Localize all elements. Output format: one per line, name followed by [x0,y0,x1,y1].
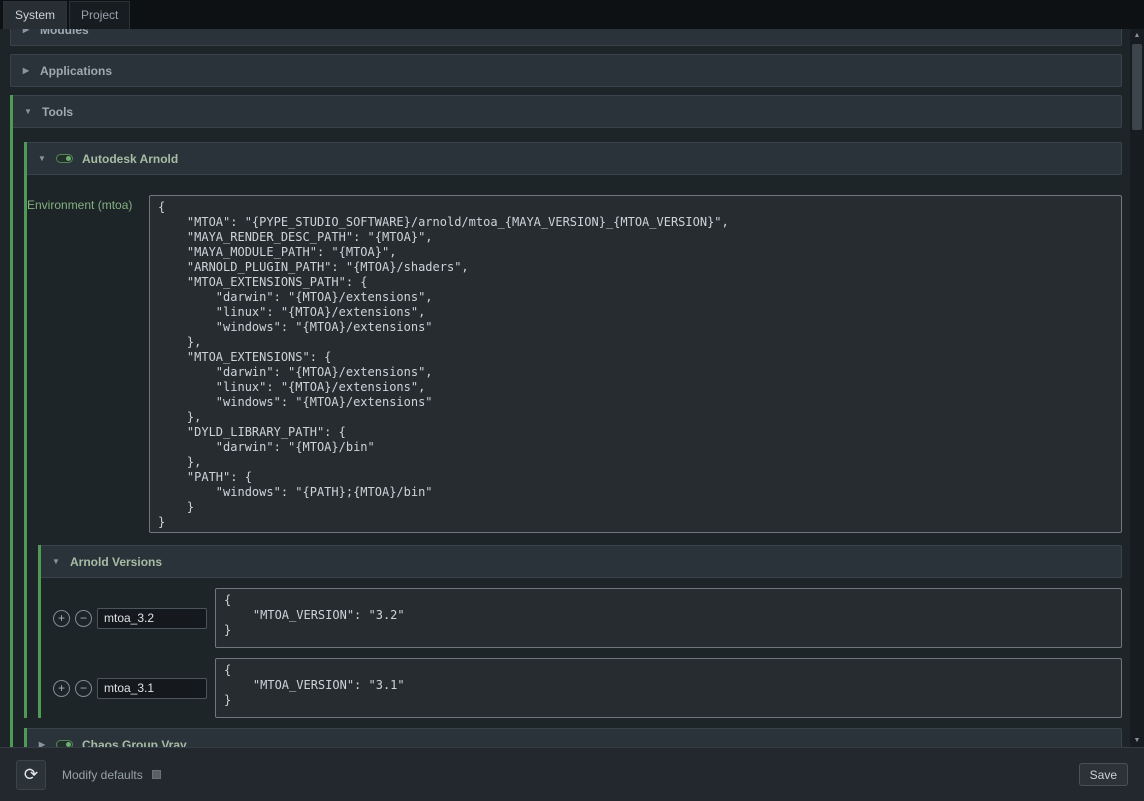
chevron-down-icon: ▼ [51,557,61,566]
version-key-input[interactable] [97,608,207,629]
autodesk-arnold-group: ▼ Autodesk Arnold Environment (mtoa) { "… [24,142,1122,718]
chevron-right-icon: ▶ [21,29,31,34]
tab-project[interactable]: Project [69,1,130,29]
chevron-right-icon: ▶ [21,66,31,75]
version-row: + − { "MTOA_VERSION": "3.1" } [41,658,1122,718]
section-header-modules[interactable]: ▶ Modules [10,29,1122,46]
group-title-chaos-group-vray: Chaos Group Vray [82,738,187,748]
add-item-button[interactable]: + [53,610,70,627]
scroll-up-button[interactable]: ▲ [1130,29,1144,42]
version-key-input[interactable] [97,678,207,699]
add-item-button[interactable]: + [53,680,70,697]
section-title-tools: Tools [42,105,73,119]
group-header-chaos-group-vray[interactable]: ▶ Chaos Group Vray [27,728,1122,747]
remove-item-button[interactable]: − [75,680,92,697]
section-header-tools[interactable]: ▼ Tools [13,95,1122,128]
tools-content: ▼ Autodesk Arnold Environment (mtoa) { "… [24,136,1122,747]
section-title-applications: Applications [40,64,112,78]
arnold-versions-group: ▼ Arnold Versions + − { "MTOA_VERSION": … [38,545,1122,718]
group-header-autodesk-arnold[interactable]: ▼ Autodesk Arnold [27,142,1122,175]
group-title-arnold-versions: Arnold Versions [70,555,162,569]
refresh-icon: ⟳ [24,765,38,784]
section-tools-group: ▼ Tools ▼ Autodesk Arnold Environment (m… [10,95,1122,747]
enabled-toggle-icon[interactable] [56,740,73,747]
section-title-modules: Modules [40,29,89,37]
environment-mtoa-row: Environment (mtoa) { "MTOA": "{PYPE_STUD… [27,195,1122,533]
settings-content: ▶ Modules ▶ Applications ▼ Tools ▼ Autod… [0,29,1130,747]
chaos-group-vray-group: ▶ Chaos Group Vray [24,728,1122,747]
chevron-right-icon: ▶ [37,740,47,747]
version-value-textarea[interactable]: { "MTOA_VERSION": "3.1" } [215,658,1122,718]
environment-mtoa-label: Environment (mtoa) [27,195,145,212]
version-row: + − { "MTOA_VERSION": "3.2" } [41,588,1122,648]
refresh-button[interactable]: ⟳ [16,760,46,790]
settings-scroll-area: ▶ Modules ▶ Applications ▼ Tools ▼ Autod… [0,29,1130,747]
enabled-toggle-icon[interactable] [56,154,73,163]
footer-bar: ⟳ Modify defaults Save [0,747,1144,801]
modify-defaults-control: Modify defaults [62,768,161,782]
scroll-thumb[interactable] [1132,44,1142,130]
modify-defaults-checkbox[interactable] [152,770,161,779]
tab-bar: System Project [0,0,1144,29]
section-header-applications[interactable]: ▶ Applications [10,54,1122,87]
scroll-down-button[interactable]: ▼ [1130,734,1144,747]
tab-system[interactable]: System [3,1,67,29]
group-title-autodesk-arnold: Autodesk Arnold [82,152,178,166]
group-header-arnold-versions[interactable]: ▼ Arnold Versions [41,545,1122,578]
chevron-down-icon: ▼ [37,154,47,163]
arnold-content: Environment (mtoa) { "MTOA": "{PYPE_STUD… [27,185,1122,718]
save-button[interactable]: Save [1079,763,1128,786]
chevron-down-icon: ▼ [23,107,33,116]
environment-mtoa-textarea[interactable]: { "MTOA": "{PYPE_STUDIO_SOFTWARE}/arnold… [149,195,1122,533]
remove-item-button[interactable]: − [75,610,92,627]
modify-defaults-label: Modify defaults [62,768,143,782]
version-value-textarea[interactable]: { "MTOA_VERSION": "3.2" } [215,588,1122,648]
scrollbar[interactable]: ▲ ▼ [1130,29,1144,747]
